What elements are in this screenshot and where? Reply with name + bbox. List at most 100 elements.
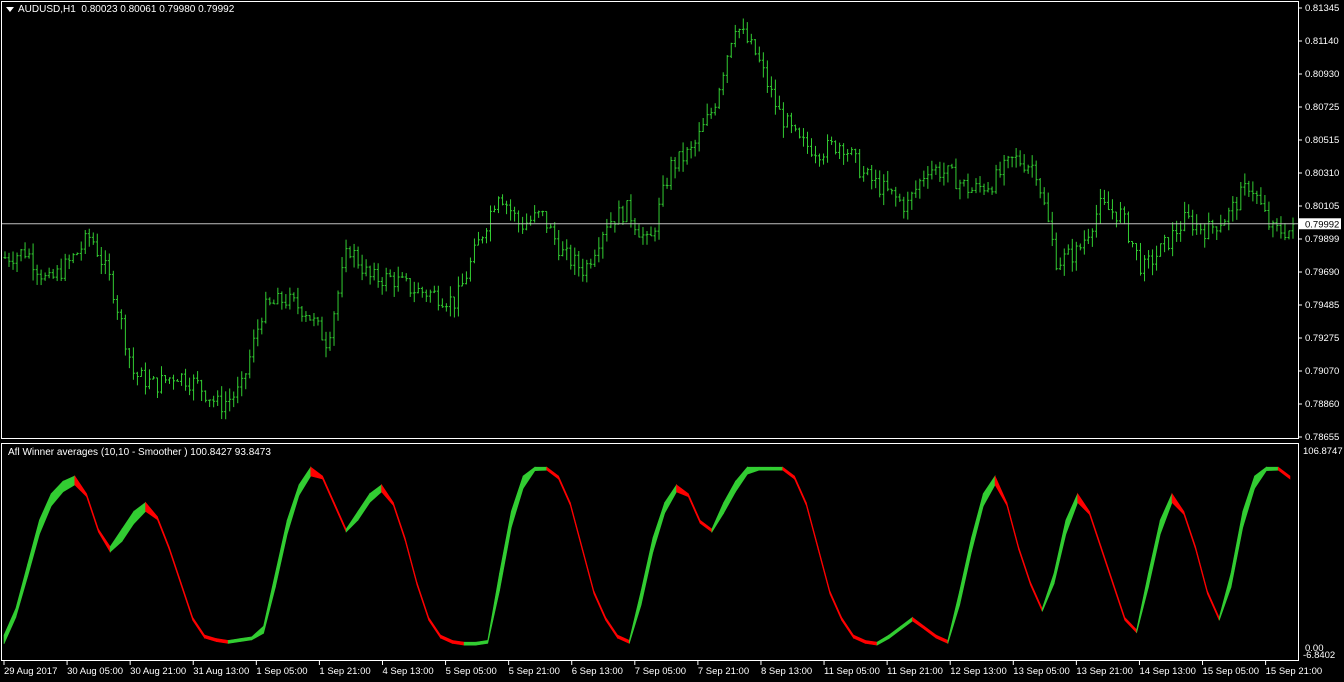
oscillator-segment xyxy=(1065,493,1078,535)
oscillator-segment xyxy=(157,516,170,550)
oscillator-segment xyxy=(121,510,135,543)
oscillator-segment xyxy=(1183,511,1196,550)
oscillator-segment xyxy=(487,573,500,644)
oscillator-segment xyxy=(286,484,300,535)
price-tick-label: 0.78860 xyxy=(1305,399,1339,410)
price-tick-label: 0.79690 xyxy=(1305,267,1339,278)
oscillator-segment xyxy=(168,546,182,586)
oscillator-segment xyxy=(1230,511,1244,588)
time-tick-label: 13 Sep 05:00 xyxy=(1013,666,1070,677)
oscillator-segment xyxy=(935,634,949,644)
oscillator-segment xyxy=(239,636,253,642)
oscillator-segment xyxy=(534,466,548,472)
oscillator-segment xyxy=(298,466,312,497)
oscillator-segment xyxy=(381,483,394,507)
price-tick-label: 0.80930 xyxy=(1305,69,1339,80)
oscillator-segment xyxy=(605,616,618,640)
oscillator-segment xyxy=(782,466,795,480)
oscillator-segment xyxy=(876,634,890,646)
oscillator-segment xyxy=(86,493,99,533)
oscillator-segment xyxy=(1171,492,1185,516)
oscillator-segment xyxy=(805,502,819,550)
oscillator-segment xyxy=(74,474,87,498)
oscillator-segment xyxy=(746,466,760,475)
oscillator-segment xyxy=(1207,590,1220,621)
time-tick-label: 30 Aug 21:00 xyxy=(130,666,186,677)
price-tick-label: 0.80105 xyxy=(1305,201,1339,212)
oscillator-segment xyxy=(345,510,359,533)
oscillator-segment xyxy=(676,484,689,498)
oscillator-segment xyxy=(1100,546,1114,586)
oscillator-segment xyxy=(1195,546,1208,594)
oscillator-segment xyxy=(263,573,276,634)
oscillator-segment xyxy=(463,641,477,646)
oscillator-ribbon xyxy=(3,466,1291,646)
oscillator-segment xyxy=(853,634,866,644)
oscillator-segment xyxy=(3,608,17,645)
indicator-scale-bottom: -6.8402 xyxy=(1303,650,1335,661)
oscillator-segment xyxy=(758,466,772,471)
chart-canvas[interactable]: 0.81345 0.81140 0.80930 0.80725 0.80515 0.803… xyxy=(0,0,1344,682)
oscillator-segment xyxy=(511,475,524,528)
time-tick-label: 1 Sep 05:00 xyxy=(256,666,307,677)
oscillator-segment xyxy=(1112,581,1126,621)
oscillator-segment xyxy=(1124,616,1137,634)
price-tick-label: 0.81345 xyxy=(1305,3,1339,14)
oscillator-segment xyxy=(1277,466,1291,480)
oscillator-segment xyxy=(322,475,335,506)
oscillator-segment xyxy=(1030,581,1043,612)
oscillator-segment xyxy=(1254,466,1267,490)
oscillator-segment xyxy=(629,590,642,644)
time-tick-label: 13 Sep 21:00 xyxy=(1076,666,1133,677)
oscillator-segment xyxy=(39,493,52,535)
time-tick-label: 4 Sep 13:00 xyxy=(382,666,433,677)
oscillator-segment xyxy=(452,640,465,646)
oscillator-segment xyxy=(98,528,111,554)
oscillator-segment xyxy=(1136,573,1149,633)
price-tick-label: 0.81140 xyxy=(1305,36,1339,47)
oscillator-segment xyxy=(192,616,205,640)
oscillator-segment xyxy=(522,466,536,490)
oscillator-segment xyxy=(735,466,748,493)
oscillator-segment xyxy=(1077,492,1090,516)
time-tick-label: 15 Sep 05:00 xyxy=(1203,666,1260,677)
oscillator-segment xyxy=(1218,573,1232,621)
oscillator-segment xyxy=(216,638,229,644)
price-tick-label: 0.79899 xyxy=(1305,234,1339,245)
oscillator-segment xyxy=(310,466,323,480)
price-tick-label: 0.80725 xyxy=(1305,102,1339,113)
oscillator-segment xyxy=(947,590,960,644)
oscillator-segment xyxy=(145,501,158,521)
time-tick-label: 5 Sep 21:00 xyxy=(509,666,560,677)
time-tick-label: 15 Sep 21:00 xyxy=(1266,666,1323,677)
price-tick-label: 0.79275 xyxy=(1305,333,1339,344)
oscillator-segment xyxy=(251,625,264,641)
oscillator-segment xyxy=(770,466,783,471)
oscillator-segment xyxy=(994,475,1008,507)
oscillator-segment xyxy=(1242,475,1255,528)
oscillator-segment xyxy=(1148,520,1161,588)
oscillator-segment xyxy=(1006,502,1019,550)
oscillator-segment xyxy=(109,528,123,553)
oscillator-segment xyxy=(50,480,64,507)
oscillator-segment xyxy=(687,493,701,524)
oscillator-segment xyxy=(1159,493,1173,535)
oscillator-segment xyxy=(357,492,371,522)
time-tick-label: 31 Aug 13:00 xyxy=(193,666,249,677)
oscillator-segment xyxy=(817,546,831,594)
oscillator-segment xyxy=(369,484,382,504)
time-axis: 29 Aug 2017 30 Aug 05:00 30 Aug 21:00 31 Au… xyxy=(3,661,1323,677)
oscillator-segment xyxy=(27,520,40,577)
oscillator-segment xyxy=(1018,546,1031,586)
oscillator-segment xyxy=(133,501,146,525)
oscillator-segment xyxy=(428,616,441,640)
price-bars xyxy=(3,18,1295,420)
oscillator-segment xyxy=(900,616,913,631)
time-tick-label: 29 Aug 2017 xyxy=(4,666,57,677)
oscillator-segment xyxy=(723,480,736,515)
oscillator-segment xyxy=(1041,573,1055,612)
oscillator-segment xyxy=(546,466,559,480)
oscillator-segment xyxy=(404,537,418,586)
time-tick-label: 6 Sep 13:00 xyxy=(572,666,623,677)
price-tick-label: 0.79485 xyxy=(1305,300,1339,311)
